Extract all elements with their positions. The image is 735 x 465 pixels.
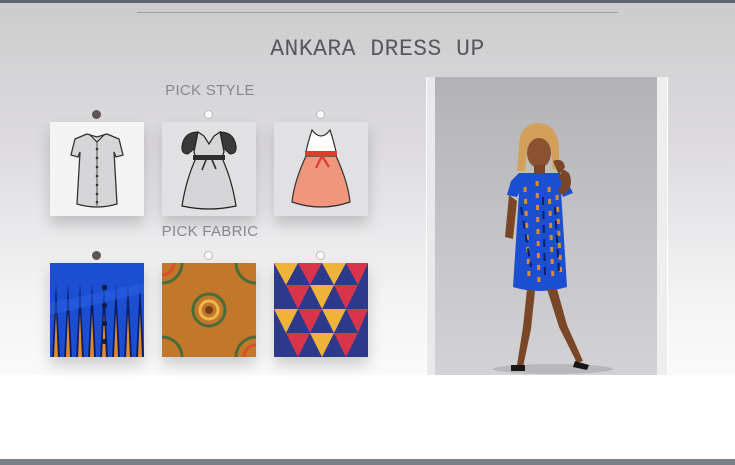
style-radio-2[interactable] <box>204 110 213 119</box>
pick-style-label: PICK STYLE <box>165 82 255 99</box>
flare-dress-icon <box>291 128 351 208</box>
title-rule <box>137 12 618 13</box>
circle-print-fabric-swatch <box>162 263 256 357</box>
fabric-option-blue-zigzag[interactable] <box>50 263 144 357</box>
puff-sleeve-dress-icon <box>181 131 237 210</box>
style-radio-1[interactable] <box>92 110 101 119</box>
pick-fabric-label: PICK FABRIC <box>161 223 259 240</box>
fabric-radio-3[interactable] <box>316 251 325 260</box>
style-radio-3[interactable] <box>316 110 325 119</box>
fabric-radio-1[interactable] <box>92 251 101 260</box>
fabric-option-circle-print[interactable] <box>162 263 256 357</box>
fabric-radio-2[interactable] <box>204 251 213 260</box>
style-option-shirt-dress[interactable] <box>50 122 144 216</box>
model-preview-image <box>435 77 657 375</box>
model-figure <box>493 123 613 374</box>
style-option-flare-dress[interactable] <box>274 122 368 216</box>
bottom-border <box>0 459 735 465</box>
triangle-print-fabric-swatch <box>274 263 368 357</box>
blue-zigzag-fabric-swatch <box>50 263 144 357</box>
fabric-option-triangle-print[interactable] <box>274 263 368 357</box>
page-title: ANKARA DRESS UP <box>270 36 485 62</box>
shirt-dress-icon <box>70 133 124 208</box>
style-option-puff-sleeve-dress[interactable] <box>162 122 256 216</box>
